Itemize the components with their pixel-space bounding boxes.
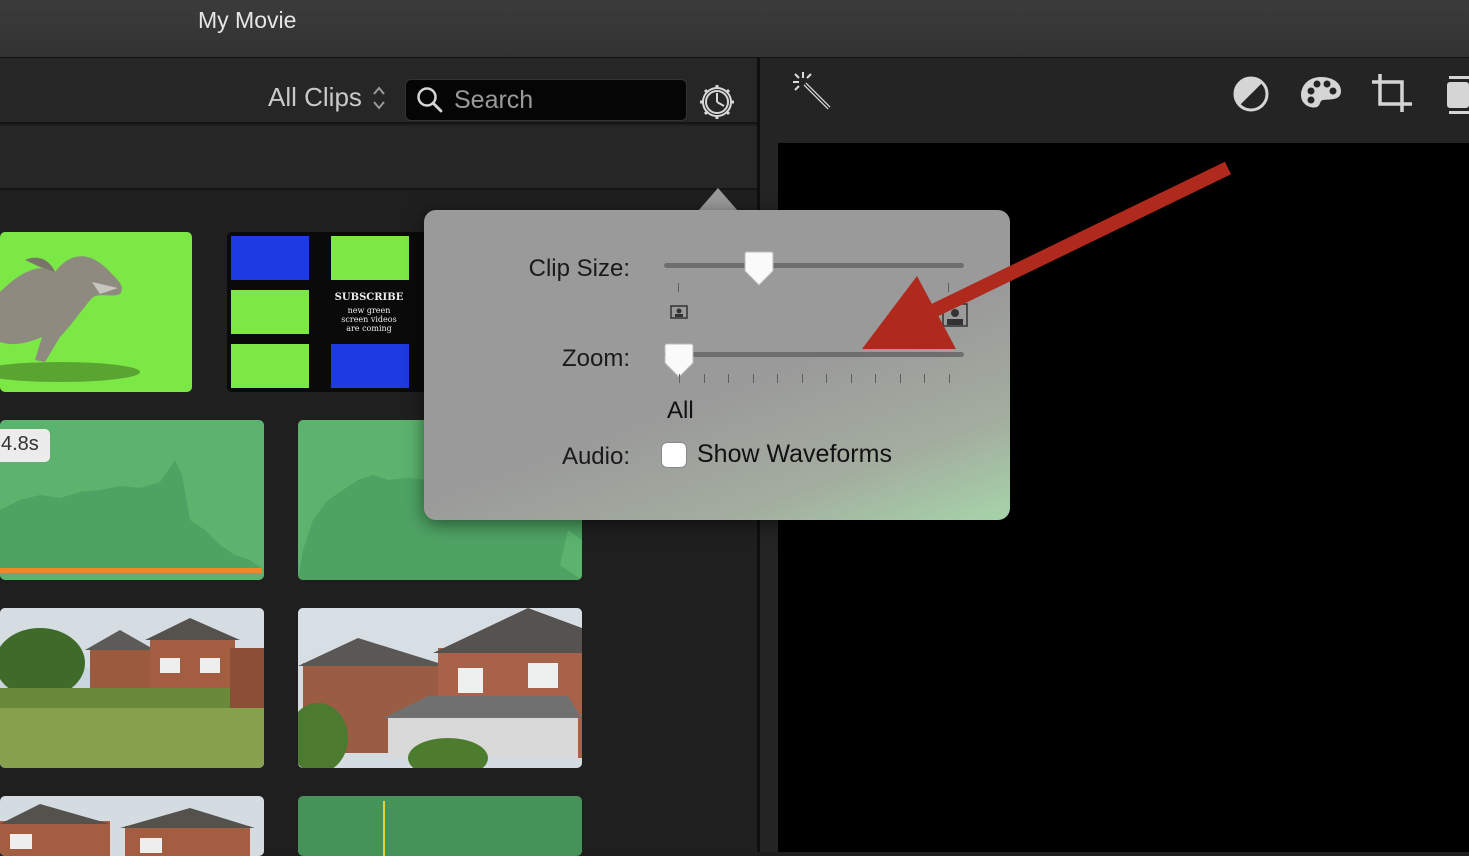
annotation-arrow <box>862 161 1232 349</box>
